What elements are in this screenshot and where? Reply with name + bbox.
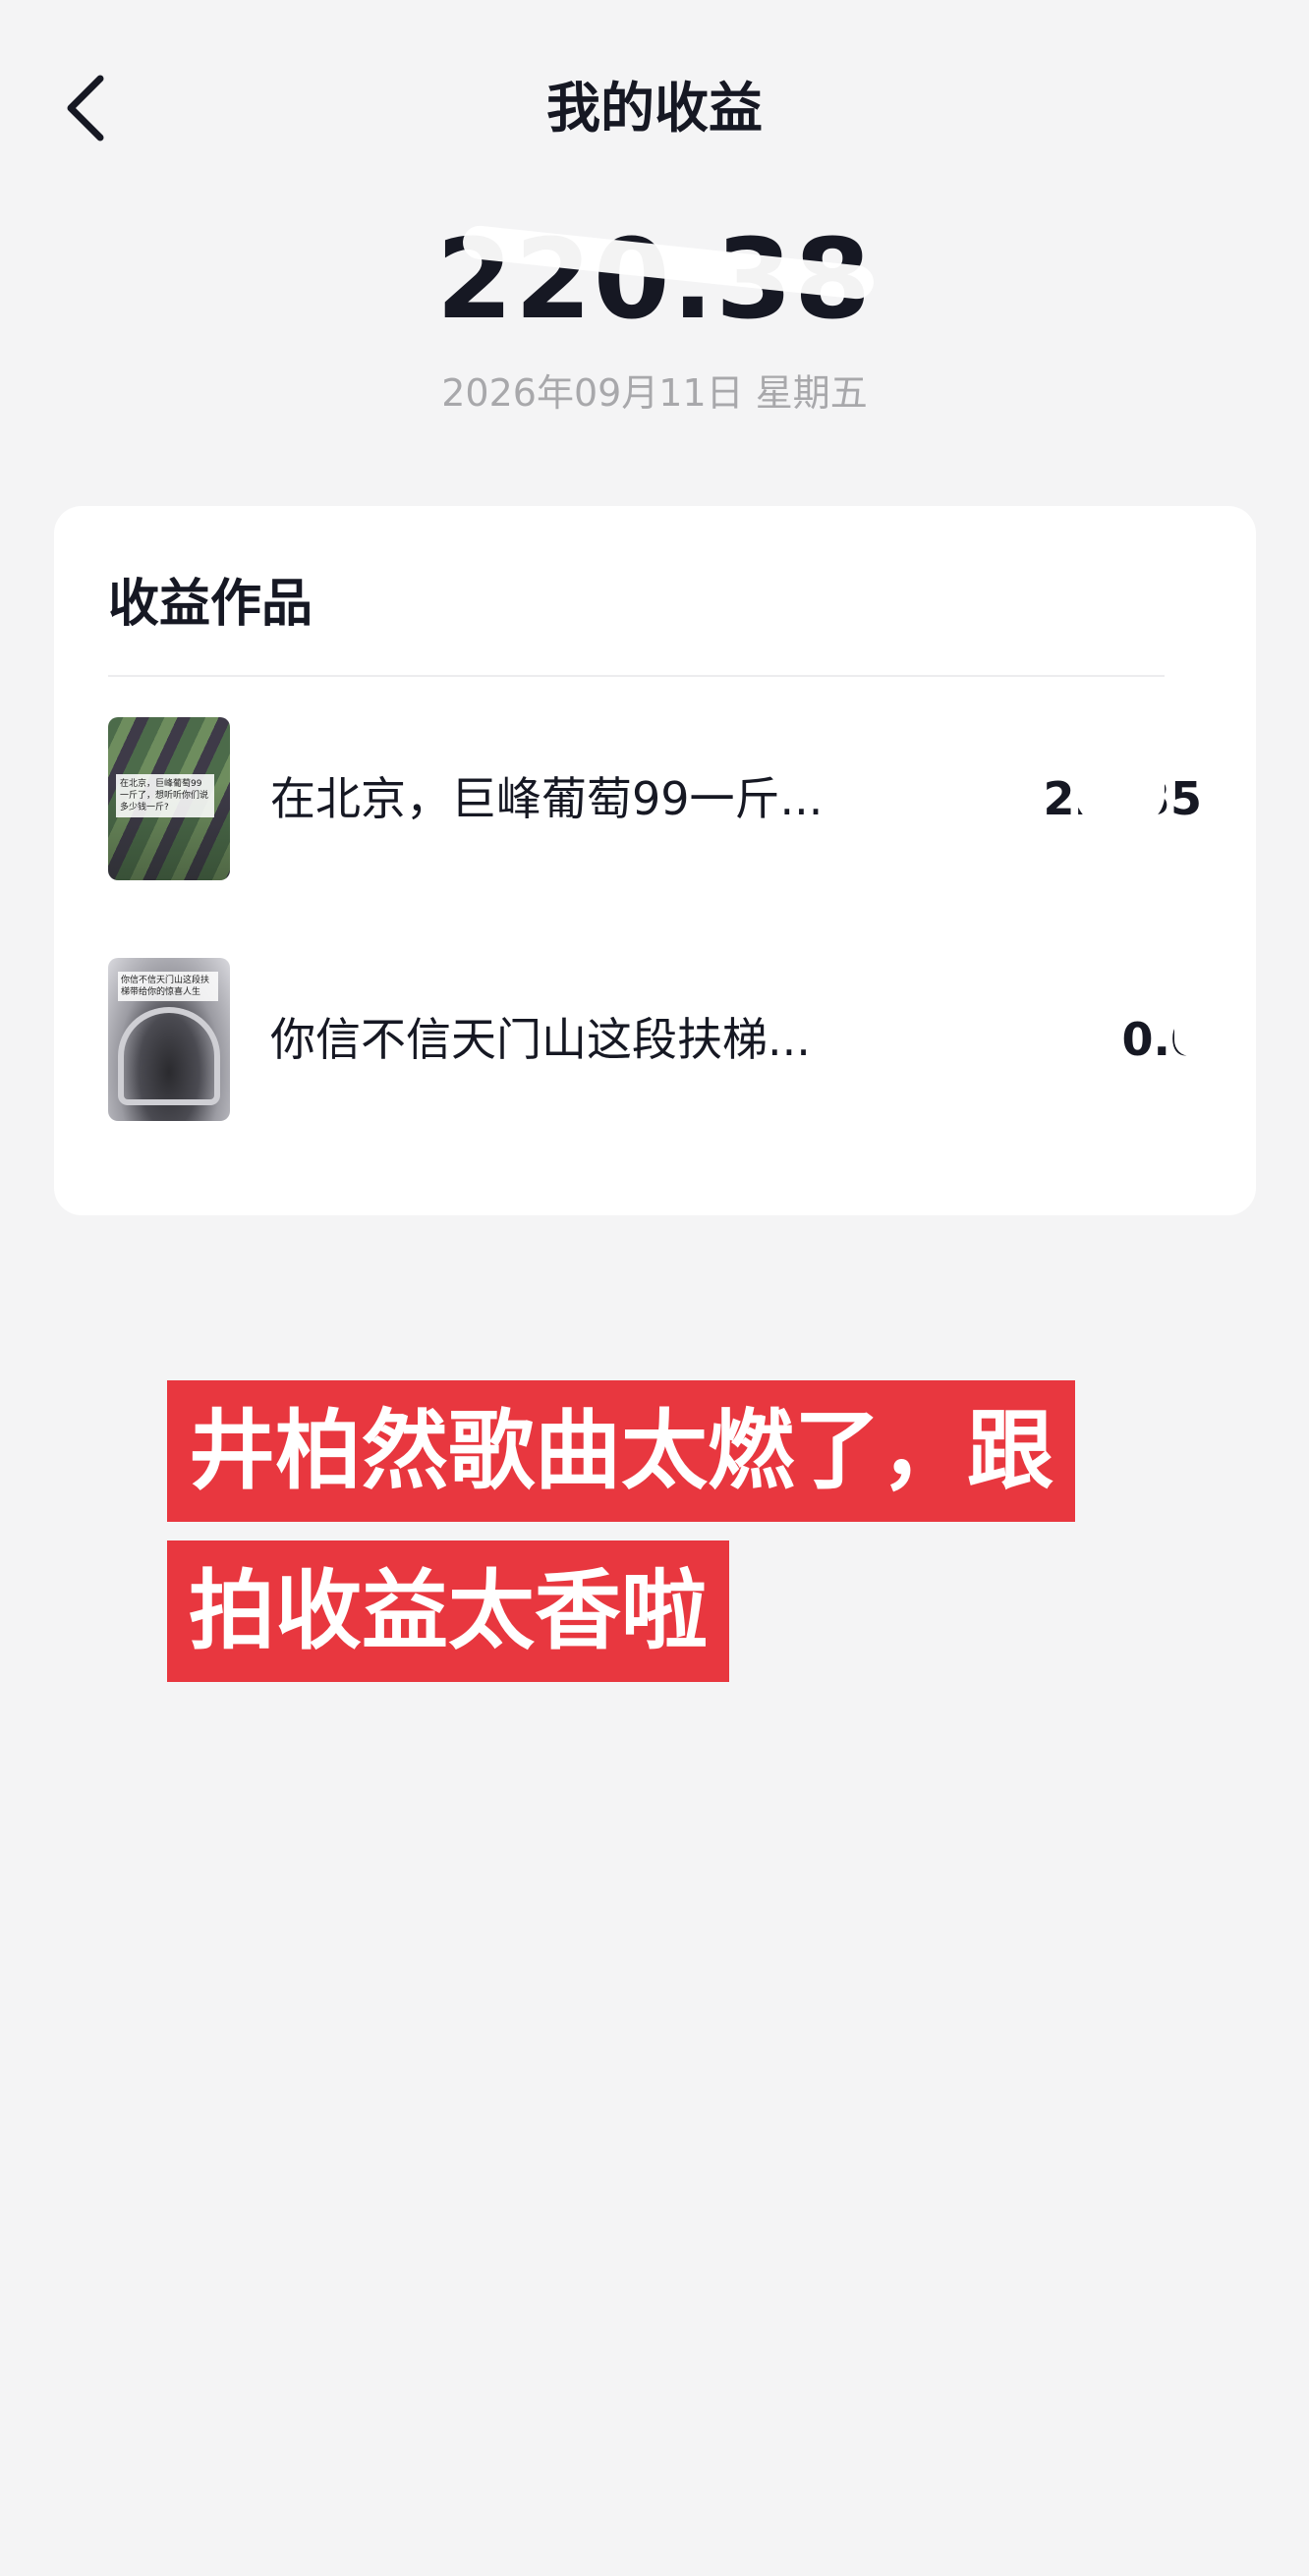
work-title: 在北京，巨峰葡萄99一斤... — [270, 772, 824, 825]
nav-bar: 我的收益 — [0, 39, 1309, 177]
earnings-date: 2026年09月11日 星期五 — [441, 371, 868, 415]
earnings-total: 220.38 — [435, 216, 874, 344]
overlay-caption-line: 拍收益太香啦 — [167, 1540, 730, 1682]
thumbnail-image — [118, 1007, 220, 1105]
card-divider — [108, 675, 1165, 677]
overlay-caption-line: 井柏然歌曲太燃了，跟 — [167, 1380, 1076, 1522]
page-title: 我的收益 — [545, 77, 763, 140]
thumbnail-caption: 在北京，巨峰葡萄99一斤了，想听听你们说多少钱一斤? — [116, 774, 214, 817]
redaction-mark — [1071, 987, 1109, 1056]
redaction-mark — [1076, 747, 1165, 825]
work-thumbnail: 在北京，巨峰葡萄99一斤了，想听听你们说多少钱一斤? — [108, 717, 230, 880]
work-thumbnail: 你信不信天门山这段扶梯带给你的惊喜人生 — [108, 958, 230, 1121]
thumbnail-caption: 你信不信天门山这段扶梯带给你的惊喜人生 — [118, 972, 218, 1001]
earning-works-card: 收益作品 在北京，巨峰葡萄99一斤了，想听听你们说多少钱一斤? 在北京，巨峰葡萄… — [54, 506, 1256, 1215]
work-item[interactable]: 你信不信天门山这段扶梯带给你的惊喜人生 你信不信天门山这段扶梯... 0.0 — [108, 958, 1202, 1121]
work-title: 你信不信天门山这段扶梯... — [270, 1013, 811, 1066]
redaction-mark — [1174, 987, 1206, 1056]
work-item[interactable]: 在北京，巨峰葡萄99一斤了，想听听你们说多少钱一斤? 在北京，巨峰葡萄99一斤.… — [108, 717, 1202, 880]
card-title: 收益作品 — [108, 575, 313, 634]
